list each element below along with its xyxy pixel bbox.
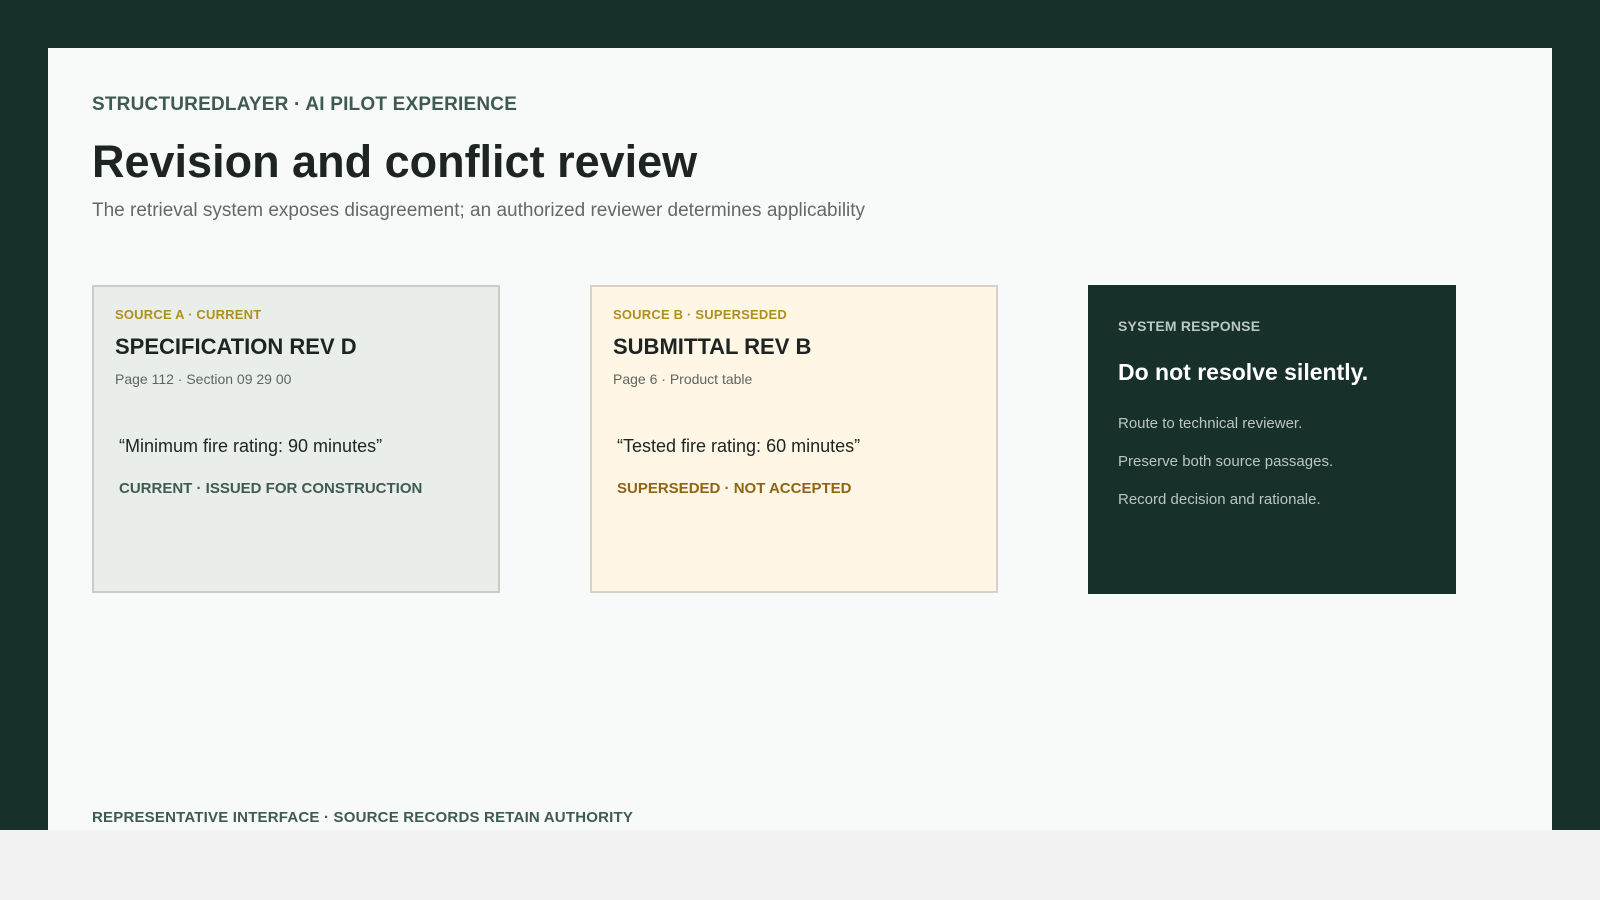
source-a-document: SPECIFICATION REV D [115,334,357,359]
source-a-location: Page 112 · Section 09 29 00 [115,371,292,387]
source-a-quote: “Minimum fire rating: 90 minutes” [119,436,383,456]
page-subtitle: The retrieval system exposes disagreemen… [92,200,866,221]
source-b-status: SUPERSEDED · NOT ACCEPTED [617,480,852,497]
source-b-location: Page 6 · Product table [613,371,753,387]
system-response-tag: SYSTEM RESPONSE [1118,318,1261,334]
source-b-document: SUBMITTAL REV B [613,334,812,359]
source-a-card: SOURCE A · CURRENT SPECIFICATION REV D P… [92,285,500,593]
eyebrow-label: STRUCTUREDLAYER · AI PILOT EXPERIENCE [92,94,518,115]
system-response-item: Record decision and rationale. [1118,491,1321,508]
source-a-tag: SOURCE A · CURRENT [115,307,262,322]
source-b-card: SOURCE B · SUPERSEDED SUBMITTAL REV B Pa… [590,285,998,593]
slide: STRUCTUREDLAYER · AI PILOT EXPERIENCE Re… [48,48,1552,830]
source-b-tag: SOURCE B · SUPERSEDED [613,307,787,322]
footer-note: REPRESENTATIVE INTERFACE · SOURCE RECORD… [92,809,634,826]
page-title: Revision and conflict review [92,136,698,187]
system-response-item: Route to technical reviewer. [1118,415,1303,432]
system-response-headline: Do not resolve silently. [1118,359,1369,385]
system-response-item: Preserve both source passages. [1118,453,1334,470]
source-b-quote: “Tested fire rating: 60 minutes” [617,436,861,456]
system-response-panel: SYSTEM RESPONSE Do not resolve silently.… [1088,285,1456,594]
source-a-status: CURRENT · ISSUED FOR CONSTRUCTION [119,480,423,497]
